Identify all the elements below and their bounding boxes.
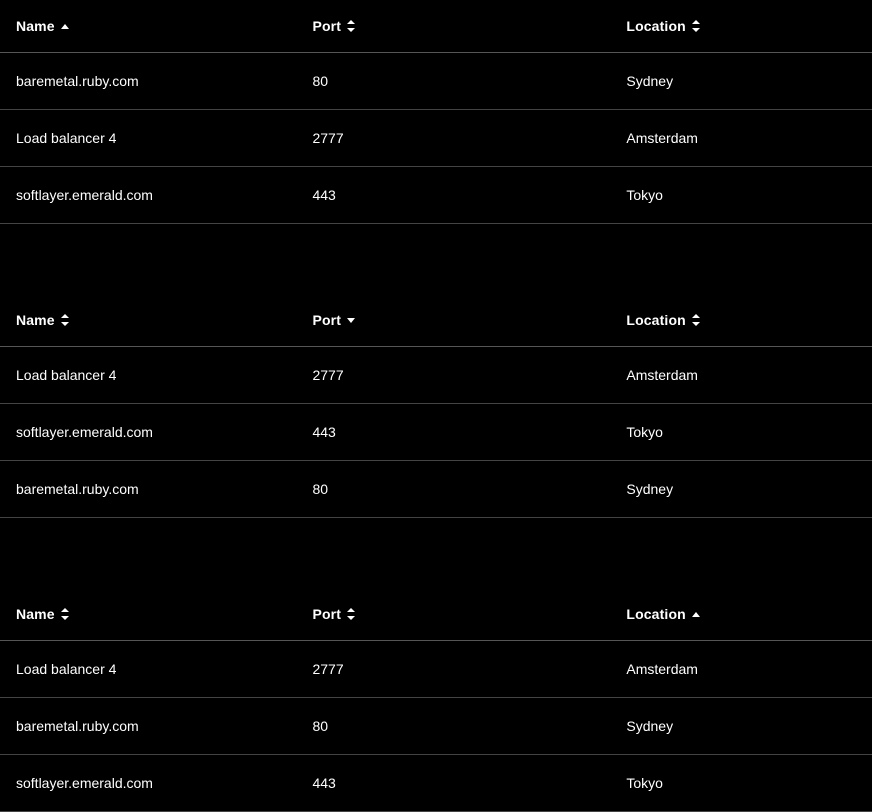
sort-asc-icon — [61, 24, 69, 29]
cell-port: 2777 — [296, 641, 610, 698]
cell-port: 443 — [296, 755, 610, 812]
cell-port: 80 — [296, 53, 610, 110]
column-header-label: Port — [312, 606, 341, 622]
table-header-row: Name Port Location — [0, 0, 872, 53]
column-header-name[interactable]: Name — [0, 588, 296, 641]
cell-port: 443 — [296, 167, 610, 224]
table-header-row: Name Port Location — [0, 588, 872, 641]
sort-asc-icon — [692, 612, 700, 617]
cell-location: Sydney — [610, 461, 872, 518]
table-header-row: Name Port Location — [0, 294, 872, 347]
cell-name: softlayer.emerald.com — [0, 404, 296, 461]
cell-name: Load balancer 4 — [0, 110, 296, 167]
cell-name: baremetal.ruby.com — [0, 698, 296, 755]
cell-name: baremetal.ruby.com — [0, 53, 296, 110]
column-header-location[interactable]: Location — [610, 588, 872, 641]
cell-name: softlayer.emerald.com — [0, 167, 296, 224]
column-header-label: Location — [626, 312, 685, 328]
sort-none-icon — [692, 20, 700, 32]
table-row: baremetal.ruby.com 80 Sydney — [0, 461, 872, 518]
sort-none-icon — [347, 20, 355, 32]
column-header-label: Port — [312, 18, 341, 34]
table-row: softlayer.emerald.com 443 Tokyo — [0, 404, 872, 461]
cell-location: Amsterdam — [610, 347, 872, 404]
cell-location: Tokyo — [610, 167, 872, 224]
cell-location: Tokyo — [610, 755, 872, 812]
table-row: baremetal.ruby.com 80 Sydney — [0, 698, 872, 755]
sort-none-icon — [61, 314, 69, 326]
column-header-port[interactable]: Port — [296, 588, 610, 641]
table-row: Load balancer 4 2777 Amsterdam — [0, 347, 872, 404]
cell-port: 80 — [296, 461, 610, 518]
sort-none-icon — [347, 608, 355, 620]
column-header-location[interactable]: Location — [610, 294, 872, 347]
cell-name: baremetal.ruby.com — [0, 461, 296, 518]
cell-location: Sydney — [610, 53, 872, 110]
cell-name: Load balancer 4 — [0, 641, 296, 698]
cell-name: Load balancer 4 — [0, 347, 296, 404]
data-table-1: Name Port Location — [0, 0, 872, 224]
cell-location: Tokyo — [610, 404, 872, 461]
sort-none-icon — [692, 314, 700, 326]
cell-port: 2777 — [296, 347, 610, 404]
table-row: softlayer.emerald.com 443 Tokyo — [0, 167, 872, 224]
table-row: baremetal.ruby.com 80 Sydney — [0, 53, 872, 110]
column-header-label: Location — [626, 18, 685, 34]
column-header-port[interactable]: Port — [296, 294, 610, 347]
table-row: Load balancer 4 2777 Amsterdam — [0, 110, 872, 167]
column-header-location[interactable]: Location — [610, 0, 872, 53]
cell-port: 443 — [296, 404, 610, 461]
column-header-name[interactable]: Name — [0, 0, 296, 53]
cell-location: Amsterdam — [610, 110, 872, 167]
data-table-3: Name Port Location — [0, 588, 872, 812]
table-row: softlayer.emerald.com 443 Tokyo — [0, 755, 872, 812]
column-header-name[interactable]: Name — [0, 294, 296, 347]
sort-desc-icon — [347, 318, 355, 323]
column-header-label: Name — [16, 312, 55, 328]
cell-port: 2777 — [296, 110, 610, 167]
column-header-label: Port — [312, 312, 341, 328]
column-header-label: Name — [16, 18, 55, 34]
table-row: Load balancer 4 2777 Amsterdam — [0, 641, 872, 698]
cell-port: 80 — [296, 698, 610, 755]
cell-location: Amsterdam — [610, 641, 872, 698]
data-table-2: Name Port Location — [0, 294, 872, 518]
column-header-label: Location — [626, 606, 685, 622]
cell-name: softlayer.emerald.com — [0, 755, 296, 812]
sort-none-icon — [61, 608, 69, 620]
cell-location: Sydney — [610, 698, 872, 755]
column-header-port[interactable]: Port — [296, 0, 610, 53]
column-header-label: Name — [16, 606, 55, 622]
